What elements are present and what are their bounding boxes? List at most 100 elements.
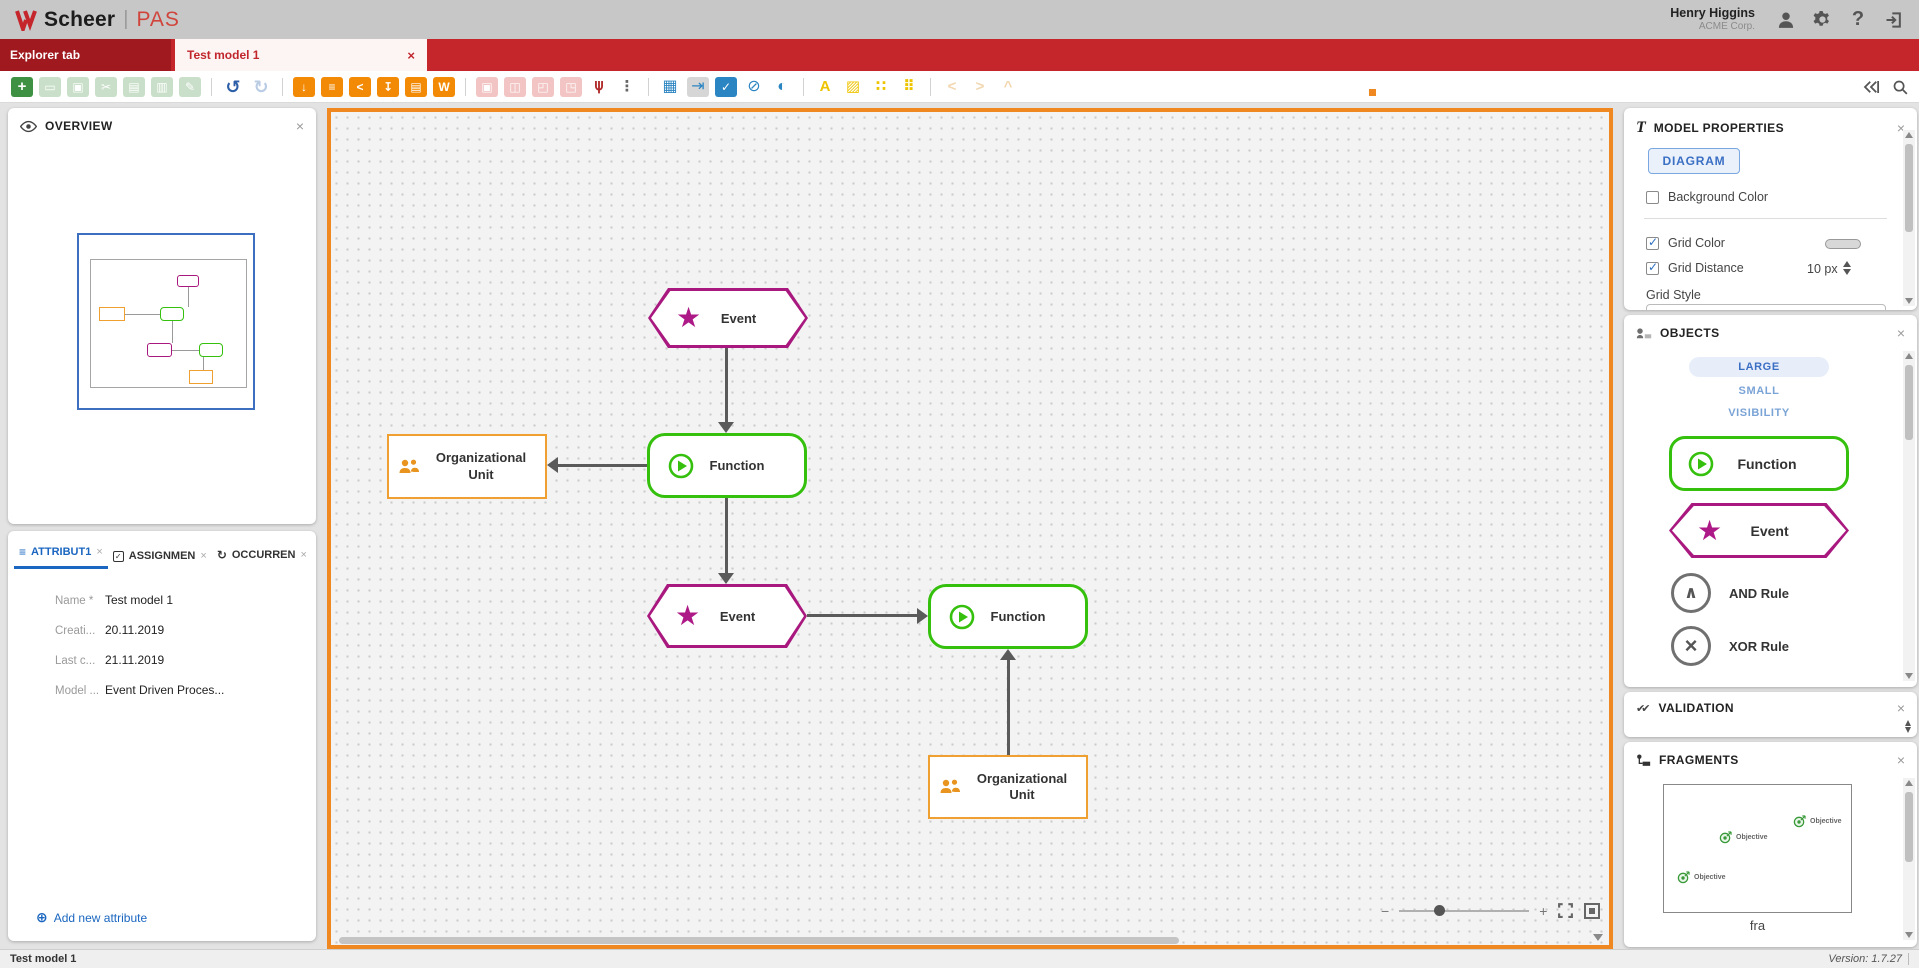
zoom-in-icon[interactable]: +: [1539, 903, 1547, 919]
share-icon[interactable]: <: [349, 77, 371, 97]
grid-distance-stepper[interactable]: [1843, 261, 1851, 275]
palette-xor-rule[interactable]: × XOR Rule: [1671, 626, 1789, 666]
org-unit-node[interactable]: Organizational Unit: [928, 755, 1088, 819]
tab-attributes[interactable]: ≡ ATTRIBUT1 ×: [14, 539, 108, 569]
user-profile-icon[interactable]: [1775, 9, 1797, 31]
logout-icon[interactable]: [1883, 9, 1905, 31]
size-small-button[interactable]: SMALL: [1689, 385, 1829, 397]
zoom-out-icon[interactable]: −: [1381, 903, 1389, 919]
tab-explorer[interactable]: Explorer tab: [0, 39, 171, 71]
send-backward-icon[interactable]: ◳: [560, 77, 582, 97]
grid-color-swatch[interactable]: [1825, 239, 1861, 249]
validation-scroll-stepper[interactable]: [1905, 720, 1911, 733]
zoom-slider[interactable]: [1399, 910, 1529, 912]
model-properties-scrollbar[interactable]: [1903, 130, 1915, 306]
undo-icon[interactable]: ↺: [222, 77, 244, 97]
search-icon[interactable]: [1892, 79, 1909, 96]
diagram-button[interactable]: DIAGRAM: [1648, 148, 1740, 174]
cut-icon[interactable]: ✂: [95, 77, 117, 97]
group-icon[interactable]: ▣: [476, 77, 498, 97]
edge[interactable]: [725, 498, 728, 573]
help-icon[interactable]: ?: [1847, 9, 1869, 31]
palette-and-rule[interactable]: ∧ AND Rule: [1671, 573, 1789, 613]
zoom-slider-handle[interactable]: [1434, 905, 1445, 916]
edge[interactable]: [807, 614, 917, 617]
hierarchy-icon[interactable]: ⋔: [588, 77, 610, 97]
grid-style-select[interactable]: [1646, 304, 1886, 310]
dot-grid-icon[interactable]: ∷: [870, 77, 892, 97]
background-color-label: Background Color: [1668, 190, 1768, 204]
toggle-icon[interactable]: ◐: [771, 77, 793, 97]
collapse-panel-icon[interactable]: [1862, 78, 1880, 96]
word-export-icon[interactable]: W: [433, 77, 455, 97]
horizontal-scrollbar[interactable]: [339, 937, 1179, 944]
objects-scrollbar[interactable]: [1903, 351, 1915, 681]
pin-icon[interactable]: ↧: [377, 77, 399, 97]
minimap-viewport[interactable]: [77, 233, 255, 410]
tab-assignments[interactable]: ✓ ASSIGNMEN ×: [108, 544, 212, 569]
fit-to-screen-icon[interactable]: [1584, 903, 1600, 919]
palette-function[interactable]: Function: [1669, 436, 1849, 491]
org-unit-node[interactable]: Organizational Unit: [387, 434, 547, 499]
grid-distance-value[interactable]: 10 px: [1807, 262, 1838, 276]
visibility-button[interactable]: VISIBILITY: [1689, 407, 1829, 419]
tab-close-icon[interactable]: ×: [407, 48, 415, 63]
fragments-scrollbar[interactable]: [1903, 778, 1915, 940]
settings-gear-icon[interactable]: [1811, 9, 1833, 31]
delete-icon[interactable]: ▭: [39, 77, 61, 97]
fragments-close-icon[interactable]: ×: [1897, 753, 1905, 767]
model-properties-panel: T MODEL PROPERTIES × DIAGRAM Background …: [1624, 108, 1917, 310]
nav-next-icon[interactable]: >: [969, 77, 991, 97]
diagram-canvas[interactable]: ★ Event Function Organizational Unit ★ E…: [327, 108, 1613, 949]
tab-occurrences-close-icon[interactable]: ×: [300, 549, 306, 561]
size-large-button[interactable]: LARGE: [1689, 357, 1829, 377]
validation-close-icon[interactable]: ×: [1897, 701, 1905, 715]
tab-test-model-1[interactable]: Test model 1 ×: [175, 39, 427, 71]
font-color-icon[interactable]: A: [814, 77, 836, 97]
report-icon[interactable]: ≡: [321, 77, 343, 97]
checkbox-icon[interactable]: ✓: [715, 77, 737, 97]
dot-grid-large-icon[interactable]: ⠿: [898, 77, 920, 97]
download-icon[interactable]: ↓: [293, 77, 315, 97]
bring-forward-icon[interactable]: ◰: [532, 77, 554, 97]
field-value-name[interactable]: Test model 1: [105, 593, 173, 607]
fullscreen-icon[interactable]: [1557, 902, 1574, 919]
more-options-icon[interactable]: ⋮: [616, 77, 638, 97]
grid-view-icon[interactable]: ▦: [659, 77, 681, 97]
overview-close-icon[interactable]: ×: [296, 119, 304, 133]
copy-icon[interactable]: ▤: [123, 77, 145, 97]
objects-title: OBJECTS: [1660, 326, 1719, 340]
print-icon[interactable]: ▤: [405, 77, 427, 97]
ungroup-icon[interactable]: ◫: [504, 77, 526, 97]
grid-color-checkbox[interactable]: [1646, 237, 1659, 250]
background-color-checkbox[interactable]: [1646, 191, 1659, 204]
paste-icon[interactable]: ▥: [151, 77, 173, 97]
scroll-down-arrow[interactable]: [1593, 934, 1603, 941]
edge[interactable]: [558, 464, 647, 467]
edge[interactable]: [725, 348, 728, 422]
edge[interactable]: [1007, 660, 1010, 755]
duplicate-icon[interactable]: ▣: [67, 77, 89, 97]
objects-close-icon[interactable]: ×: [1897, 326, 1905, 340]
hide-icon[interactable]: ⊘: [743, 77, 765, 97]
tab-attributes-close-icon[interactable]: ×: [96, 546, 102, 558]
palette-event[interactable]: ★ Event: [1669, 503, 1849, 558]
redo-icon[interactable]: ↻: [250, 77, 272, 97]
image-icon[interactable]: ▨: [842, 77, 864, 97]
add-attribute-link[interactable]: ⊕ Add new attribute: [36, 909, 147, 926]
nav-up-icon[interactable]: ^: [997, 77, 1019, 97]
edit-icon[interactable]: ✎: [179, 77, 201, 97]
event-node[interactable]: ★ Event: [647, 584, 807, 648]
toolbar-separator: [648, 78, 649, 96]
nav-prev-icon[interactable]: <: [941, 77, 963, 97]
snap-to-grid-icon[interactable]: ⇥: [687, 77, 709, 97]
tab-assignments-close-icon[interactable]: ×: [200, 550, 206, 562]
new-diagram-icon[interactable]: +: [11, 77, 33, 97]
function-node[interactable]: Function: [928, 584, 1088, 649]
grid-distance-checkbox[interactable]: [1646, 262, 1659, 275]
function-node[interactable]: Function: [647, 433, 807, 498]
event-node[interactable]: ★ Event: [648, 288, 808, 348]
divider: [1644, 218, 1887, 219]
fragment-preview[interactable]: Objective Objective Objective: [1663, 784, 1852, 913]
tab-occurrences[interactable]: ↻ OCCURREN ×: [212, 542, 312, 569]
